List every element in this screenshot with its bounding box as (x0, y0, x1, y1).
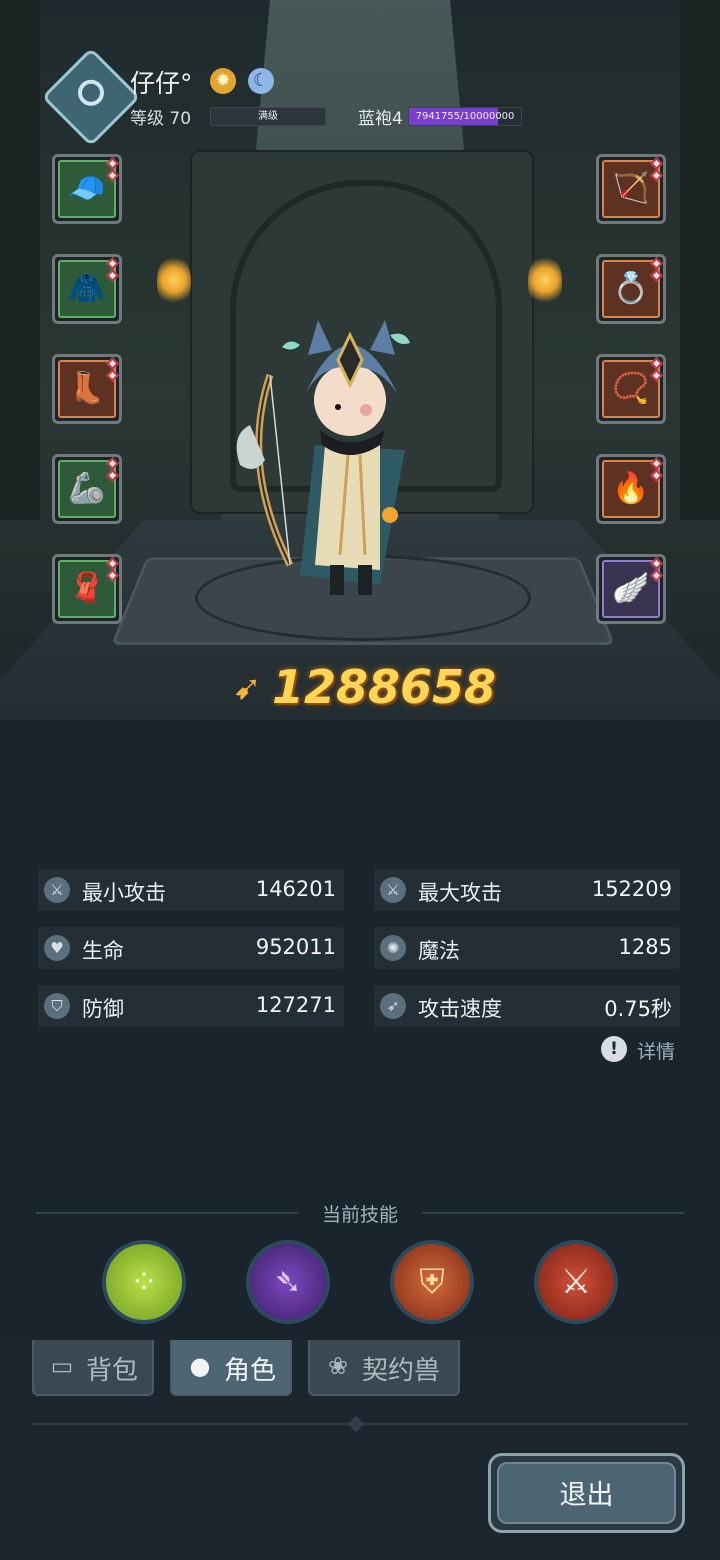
stat-value: 146201 (255, 877, 336, 901)
level-bar-text: 满级 (258, 111, 278, 122)
tab-backpack[interactable]: ▭ 背包 (32, 1340, 154, 1396)
combat-power-value: 1288658 (272, 660, 497, 714)
equipment-slot[interactable]: 🪽 (596, 554, 666, 624)
equipment-slot[interactable]: 🧣 (52, 554, 122, 624)
tab-label: 角色 (224, 1356, 277, 1386)
equipment-slot[interactable]: 🧢 (52, 154, 122, 224)
level-bar: 满级 (210, 107, 326, 126)
equipment-slot[interactable]: 📿 (596, 354, 666, 424)
poison-orbs-icon: ⁘ (129, 1262, 159, 1302)
exit-label: 退出 (559, 1480, 614, 1511)
player-name: 仔仔° (130, 69, 193, 98)
rank-label: 蓝袍4 (358, 109, 403, 129)
speed-icon: ➶ (380, 993, 406, 1019)
stat-value: 1285 (618, 935, 672, 959)
exit-button[interactable]: 退出 (488, 1453, 685, 1533)
poison-orbs-skill[interactable]: ⁘ (102, 1240, 186, 1324)
left-torch-icon (157, 255, 191, 305)
combat-power-icon: ➹ (233, 668, 262, 708)
stat-min-attack: ⚔ 最小攻击 146201 (38, 869, 344, 911)
equipment-slot[interactable]: 🧥 (52, 254, 122, 324)
xp-text: 7941755/10000000 (415, 111, 515, 122)
sun-badge-icon[interactable]: ✹ (210, 68, 236, 94)
stat-value: 152209 (591, 877, 672, 901)
crossed-axes-icon: ⚔ (560, 1262, 592, 1302)
stat-mp: ✺ 魔法 1285 (374, 927, 680, 969)
arcane-arrow-skill[interactable]: ➴ (246, 1240, 330, 1324)
tab-label: 背包 (86, 1356, 139, 1386)
stat-hp: ♥ 生命 952011 (38, 927, 344, 969)
stat-label: 最大攻击 (418, 881, 502, 905)
stat-label: 攻击速度 (418, 997, 502, 1021)
stat-label: 最小攻击 (82, 881, 166, 905)
heart-icon: ♥ (44, 935, 70, 961)
stat-value: 952011 (255, 935, 336, 959)
crossed-axes-skill[interactable]: ⚔ (534, 1240, 618, 1324)
stat-value: 0.75秒 (604, 997, 672, 1021)
exit-button-face: 退出 (497, 1462, 676, 1524)
equipment-slot[interactable]: 🏹 (596, 154, 666, 224)
details-link[interactable]: 详情 (637, 1037, 675, 1064)
stat-max-attack: ⚔ 最大攻击 152209 (374, 869, 680, 911)
equipment-slot[interactable]: 🦾 (52, 454, 122, 524)
equipment-slot[interactable]: 💍 (596, 254, 666, 324)
equipment-slot[interactable]: 🔥 (596, 454, 666, 524)
hero-character (236, 320, 410, 595)
sword-icon: ⚔ (380, 877, 406, 903)
tab-character[interactable]: ● 角色 (170, 1340, 292, 1396)
left-pillar (0, 0, 40, 520)
tab-label: 契约兽 (362, 1356, 441, 1386)
backpack-icon: ▭ (50, 1352, 74, 1380)
right-pillar (680, 0, 720, 520)
skills-title: 当前技能 (321, 1204, 398, 1226)
character-icon: ● (189, 1352, 211, 1380)
sword-icon: ⚔ (44, 877, 70, 903)
stat-value: 127271 (255, 993, 336, 1017)
moon-badge-icon[interactable]: ☾ (248, 68, 274, 94)
shield-crown-icon: ⛨ (419, 1262, 445, 1302)
stat-label: 生命 (82, 939, 124, 963)
right-torch-icon (528, 255, 562, 305)
info-icon[interactable]: ! (601, 1036, 627, 1062)
level-label: 等级 70 (130, 109, 192, 129)
xp-bar: 7941755/10000000 (408, 107, 522, 126)
shield-icon: ⛉ (44, 993, 70, 1019)
stat-label: 魔法 (418, 939, 460, 963)
equipment-slot[interactable]: 👢 (52, 354, 122, 424)
arcane-arrow-icon: ➴ (273, 1262, 303, 1302)
shield-crown-skill[interactable]: ⛨ (390, 1240, 474, 1324)
stat-attack-speed: ➶ 攻击速度 0.75秒 (374, 985, 680, 1027)
magic-orb-icon: ✺ (380, 935, 406, 961)
stat-label: 防御 (82, 997, 124, 1021)
tab-contract-beast[interactable]: ❀ 契约兽 (308, 1340, 460, 1396)
stat-defense: ⛉ 防御 127271 (38, 985, 344, 1027)
paw-icon: ❀ (327, 1352, 349, 1380)
